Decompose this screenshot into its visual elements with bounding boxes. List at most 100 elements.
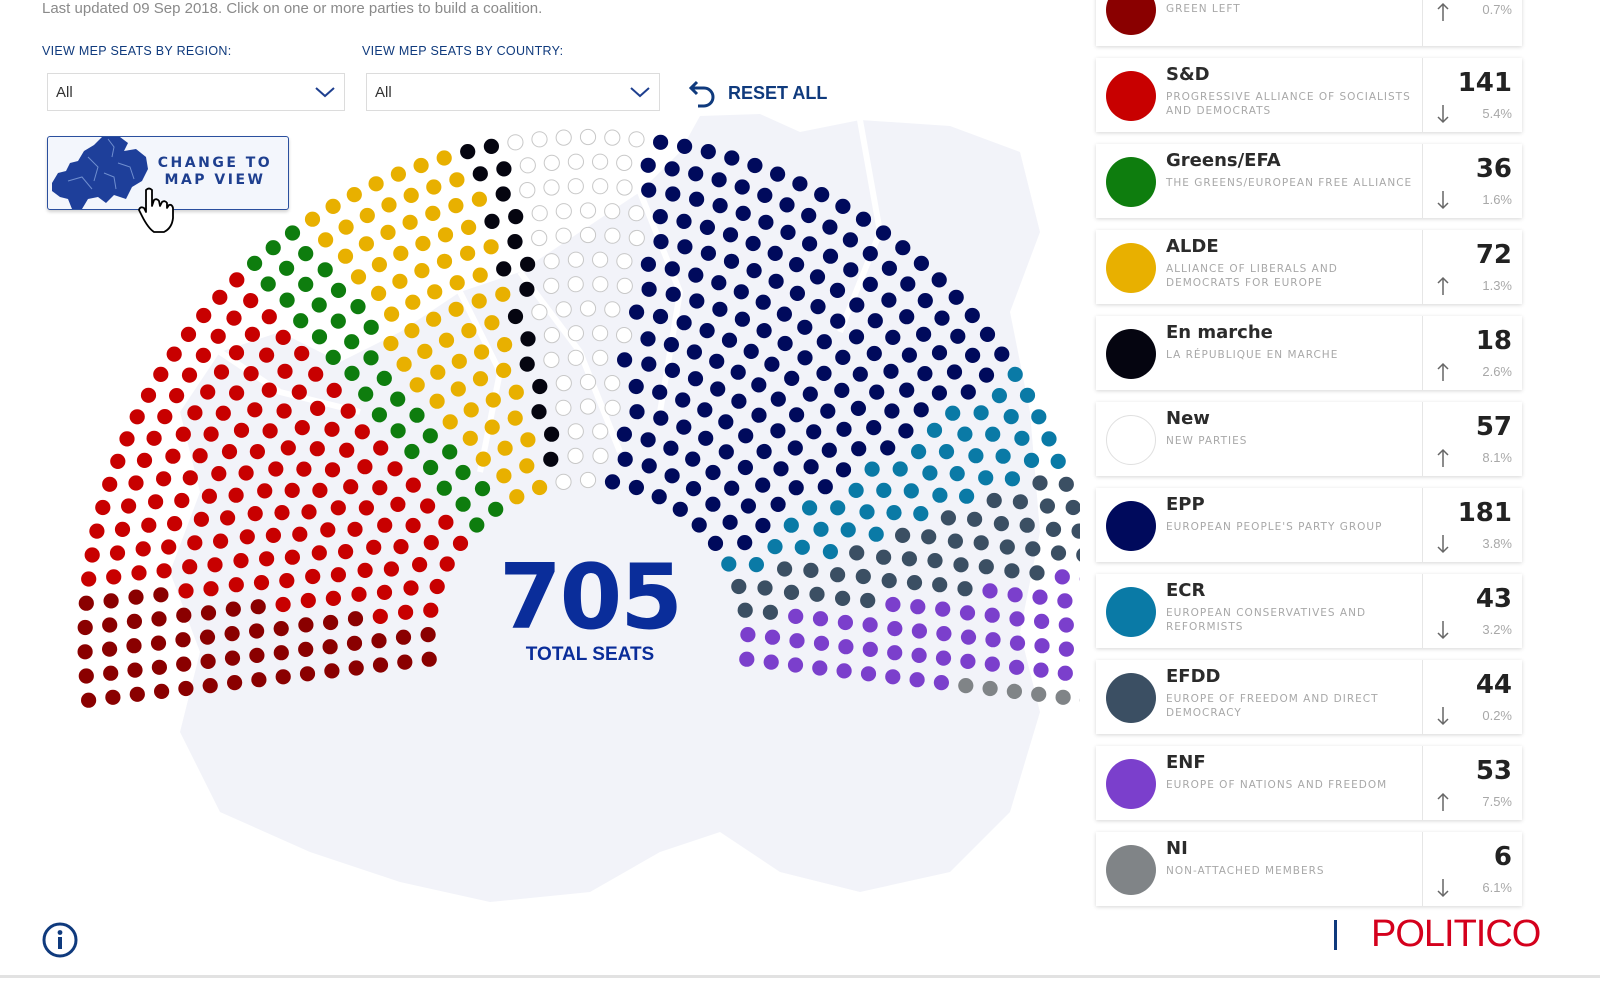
seat-dot[interactable]: [119, 431, 135, 447]
seat-dot[interactable]: [910, 599, 926, 615]
seat-dot[interactable]: [911, 647, 927, 664]
seat-dot[interactable]: [604, 227, 621, 244]
seat-dot[interactable]: [392, 273, 408, 289]
seat-dot[interactable]: [949, 466, 965, 482]
seat-dot[interactable]: [869, 384, 885, 400]
seat-dot[interactable]: [471, 191, 487, 207]
seat-dot[interactable]: [855, 211, 872, 227]
seat-dot[interactable]: [178, 680, 194, 697]
seat-dot[interactable]: [192, 448, 208, 464]
seat-dot[interactable]: [881, 292, 897, 308]
seat-dot[interactable]: [677, 239, 693, 255]
seat-dot[interactable]: [509, 489, 525, 505]
seat-dot[interactable]: [344, 334, 360, 350]
seat-dot[interactable]: [213, 364, 230, 380]
seat-dot[interactable]: [228, 345, 245, 361]
seat-dot[interactable]: [148, 494, 164, 510]
seat-dot[interactable]: [520, 256, 536, 272]
seat-dot[interactable]: [852, 366, 868, 382]
seat-dot[interactable]: [1009, 635, 1026, 651]
seat-dot[interactable]: [330, 313, 346, 329]
seat-dot[interactable]: [803, 459, 819, 475]
seat-dot[interactable]: [755, 517, 771, 534]
seat-dot[interactable]: [377, 517, 393, 533]
seat-dot[interactable]: [617, 451, 633, 467]
seat-dot[interactable]: [604, 399, 621, 416]
seat-dot[interactable]: [279, 573, 295, 589]
seat-dot[interactable]: [710, 381, 726, 397]
seat-dot[interactable]: [151, 659, 167, 675]
seat-dot[interactable]: [312, 482, 328, 498]
seat-dot[interactable]: [880, 440, 896, 456]
seat-dot[interactable]: [450, 381, 466, 397]
seat-dot[interactable]: [298, 617, 314, 633]
seat-dot[interactable]: [200, 653, 216, 670]
seat-dot[interactable]: [687, 371, 704, 387]
seat-dot[interactable]: [739, 651, 755, 667]
seat-dot[interactable]: [233, 553, 249, 569]
seat-dot[interactable]: [338, 219, 354, 235]
seat-dot[interactable]: [899, 309, 915, 325]
seat-dot[interactable]: [488, 501, 504, 517]
seat-dot[interactable]: [383, 561, 399, 577]
seat-dot[interactable]: [885, 669, 901, 685]
seat-dot[interactable]: [685, 451, 701, 467]
seat-dot[interactable]: [985, 632, 1001, 648]
seat-dot[interactable]: [917, 366, 933, 382]
seat-dot[interactable]: [203, 581, 219, 597]
seat-dot[interactable]: [957, 581, 973, 597]
seat-dot[interactable]: [176, 656, 192, 672]
seat-dot[interactable]: [672, 501, 688, 517]
seat-dot[interactable]: [347, 521, 363, 537]
seat-dot[interactable]: [935, 601, 951, 617]
seat-dot[interactable]: [1025, 541, 1041, 557]
seat-dot[interactable]: [404, 443, 420, 460]
seat-dot[interactable]: [420, 627, 436, 643]
seat-dot[interactable]: [945, 405, 961, 421]
seat-dot[interactable]: [1039, 498, 1055, 514]
seat-dot[interactable]: [903, 483, 919, 499]
seat-dot[interactable]: [140, 387, 157, 403]
seat-dot[interactable]: [864, 461, 880, 477]
seat-dot[interactable]: [555, 301, 572, 318]
seat-dot[interactable]: [229, 385, 245, 401]
seat-dot[interactable]: [1034, 613, 1050, 630]
seat-dot[interactable]: [430, 364, 446, 380]
seat-dot[interactable]: [121, 498, 137, 514]
seat-dot[interactable]: [291, 384, 307, 400]
seat-dot[interactable]: [324, 663, 340, 679]
seat-dot[interactable]: [756, 443, 772, 460]
seat-dot[interactable]: [472, 267, 488, 283]
seat-dot[interactable]: [628, 205, 645, 222]
seat-dot[interactable]: [343, 479, 359, 495]
seat-dot[interactable]: [592, 325, 609, 342]
seat-dot[interactable]: [368, 176, 384, 192]
seat-dot[interactable]: [789, 285, 806, 301]
seat-dot[interactable]: [688, 166, 704, 182]
party-card-new[interactable]: New NEW PARTIES 57 8.1%: [1096, 402, 1522, 476]
seat-dot[interactable]: [629, 304, 645, 320]
seat-dot[interactable]: [426, 311, 442, 327]
seat-dot[interactable]: [325, 349, 341, 365]
seat-dot[interactable]: [276, 403, 292, 419]
seat-dot[interactable]: [689, 191, 705, 207]
seat-dot[interactable]: [855, 568, 871, 585]
seat-dot[interactable]: [350, 269, 367, 285]
seat-dot[interactable]: [195, 347, 211, 363]
seat-dot[interactable]: [357, 459, 373, 475]
seat-dot[interactable]: [663, 440, 679, 456]
seat-dot[interactable]: [747, 157, 763, 174]
seat-dot[interactable]: [1065, 499, 1080, 516]
seat-dot[interactable]: [325, 590, 341, 607]
seat-dot[interactable]: [1032, 589, 1048, 605]
seat-dot[interactable]: [964, 307, 980, 324]
seat-dot[interactable]: [358, 386, 374, 402]
seat-dot[interactable]: [641, 356, 657, 372]
seat-dot[interactable]: [641, 458, 657, 474]
seat-dot[interactable]: [363, 319, 379, 335]
seat-dot[interactable]: [221, 444, 238, 460]
seat-dot[interactable]: [268, 461, 284, 477]
seat-dot[interactable]: [830, 500, 846, 516]
seat-dot[interactable]: [224, 650, 241, 666]
seat-dot[interactable]: [1034, 638, 1050, 654]
